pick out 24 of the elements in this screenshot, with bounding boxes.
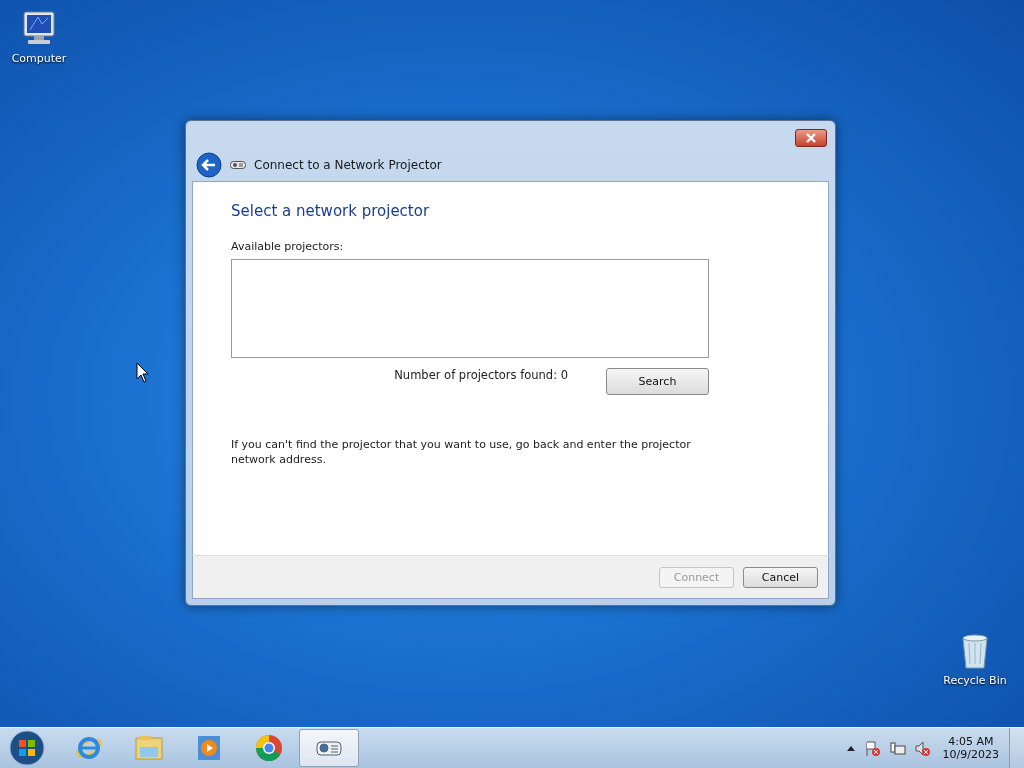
window-title: Connect to a Network Projector	[254, 158, 442, 172]
show-hidden-icons-button[interactable]	[845, 744, 856, 752]
network-icon[interactable]	[888, 739, 906, 757]
projector-icon	[230, 160, 246, 170]
cursor-icon	[136, 362, 150, 383]
desktop-icon-label[interactable]: Recycle Bin	[943, 674, 1007, 687]
hint-text: If you can't find the projector that you want to use, go back and enter the projector network address.	[231, 437, 692, 467]
start-button[interactable]	[7, 728, 47, 768]
taskbar-button[interactable]	[299, 729, 359, 767]
close-icon	[804, 133, 818, 143]
projector-list[interactable]	[231, 259, 709, 358]
list-label: Available projectors:	[231, 240, 345, 253]
close-button[interactable]	[795, 129, 827, 147]
search-button[interactable]: Search	[606, 368, 709, 395]
folder-icon	[134, 733, 164, 763]
chrome-icon	[254, 733, 284, 763]
speaker-icon[interactable]	[913, 739, 931, 757]
page-heading: Select a network projector	[231, 202, 431, 220]
clock[interactable]: 4:05 AM 10/9/2023	[942, 735, 999, 761]
flag-icon[interactable]	[863, 739, 881, 757]
projectors-found-text: Number of projectors found: 0	[394, 368, 568, 382]
back-button[interactable]	[196, 152, 222, 178]
desktop-icon-label[interactable]: Computer	[11, 52, 67, 65]
dialog-button[interactable]: Cancel	[743, 566, 818, 588]
